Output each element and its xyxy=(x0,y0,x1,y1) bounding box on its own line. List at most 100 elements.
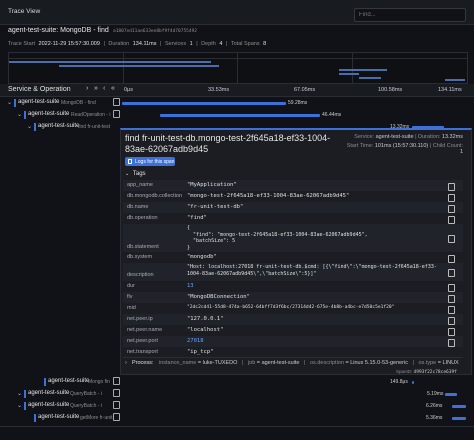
span-row[interactable]: ⌄ agent-test-suite QueryBatch - i 6.26ms xyxy=(0,400,474,412)
copy-icon[interactable] xyxy=(441,268,457,277)
copy-icon[interactable] xyxy=(441,305,457,314)
trace-start-label: Trace Start xyxy=(8,41,35,47)
tag-row: db.name "fr-unit-test-db" xyxy=(123,202,463,213)
span-link-icon[interactable] xyxy=(113,377,120,385)
tag-value: "fr-unit-test-db" xyxy=(187,204,244,210)
span-operation: QueryBatch - i xyxy=(70,402,102,409)
span-id[interactable]: SpanID: 4993f22c78ce639f xyxy=(396,369,457,375)
tag-row: db.statement { "find": "mongo-test-2f645… xyxy=(123,224,463,252)
span-link-icon[interactable] xyxy=(113,110,120,118)
tag-key: flv xyxy=(127,294,133,300)
chevron-down-icon[interactable]: ⌄ xyxy=(27,123,32,130)
span-bar[interactable] xyxy=(452,405,466,408)
copy-icon[interactable] xyxy=(441,204,457,213)
copy-icon[interactable] xyxy=(441,234,457,243)
expand-all-icon[interactable]: « xyxy=(111,85,115,92)
copy-icon[interactable] xyxy=(441,338,457,347)
service-operation-header: Service & Operation xyxy=(8,86,71,93)
tags-section-header[interactable]: ⌄ Tags xyxy=(125,171,146,177)
tag-row: mid "2dc2cd41-55d8-474a-b652-64bff7d3f6b… xyxy=(123,303,463,314)
span-overview: Service: agent-test-suite | Duration: 13… xyxy=(346,134,463,155)
span-row[interactable]: ⌄ agent-test-suite ReadOperation - i 46.… xyxy=(0,109,474,121)
tag-value: "Host: localhost:27018 fr-unit-test-db.$… xyxy=(187,264,437,277)
trace-total-spans-label: Total Spans xyxy=(230,41,260,47)
service-value: agent-test-suite xyxy=(375,134,414,140)
minimap-span-4 xyxy=(339,73,359,75)
tick-4: 134.11ms xyxy=(438,87,462,93)
service-label: Service: xyxy=(354,134,375,140)
span-bar[interactable] xyxy=(452,417,466,420)
tag-key: net.peer.port xyxy=(127,338,158,344)
tag-row: net.peer.ip "127.0.0.1" xyxy=(123,314,463,325)
tags-label: Tags xyxy=(132,171,146,177)
span-bar[interactable] xyxy=(160,114,320,117)
trace-minimap[interactable] xyxy=(8,52,468,84)
tag-key: db.operation xyxy=(127,215,158,221)
span-service: agent-test-suite xyxy=(28,111,70,117)
span-bar[interactable] xyxy=(445,393,457,396)
copy-icon[interactable] xyxy=(441,254,457,263)
tag-key: app_name xyxy=(127,182,153,188)
span-operation: Mongo fin xyxy=(88,378,110,385)
span-row[interactable]: ⌄ agent-test-suite MongoDB - find 59.28m… xyxy=(0,97,474,109)
tag-key: net.peer.ip xyxy=(127,316,153,322)
copy-icon[interactable] xyxy=(441,283,457,292)
span-operation: getMore fr-unit xyxy=(80,414,113,421)
find-input-box[interactable] xyxy=(354,8,466,22)
span-detail-title: find fr-unit-test-db.mongo-test-2f645a18… xyxy=(125,133,331,154)
trace-depth-value: 4 xyxy=(219,41,223,47)
span-row[interactable]: agent-test-suite Mongo fin 149.8μs xyxy=(0,376,474,388)
tag-value: "2dc2cd41-55d8-474a-b652-64bff7d3f6bc/27… xyxy=(187,305,395,310)
span-detail-panel: find fr-unit-test-db.mongo-test-2f645a18… xyxy=(120,128,472,375)
collapse-one-icon[interactable]: » xyxy=(94,85,98,92)
tag-key: db.statement xyxy=(127,244,159,250)
copy-icon[interactable] xyxy=(441,327,457,336)
span-duration: 46.44ms xyxy=(322,111,342,118)
chevron-down-icon[interactable]: ⌄ xyxy=(17,390,22,397)
process-tags: instance_name = luke-TUXEDO | job = agen… xyxy=(159,360,459,366)
span-link-icon[interactable] xyxy=(113,389,120,397)
tag-row: net.transport "ip_tcp" xyxy=(123,347,463,356)
span-row[interactable]: ⌄ agent-test-suite QueryBatch - i 5.19ms xyxy=(0,388,474,400)
tag-value: "localhost" xyxy=(187,327,224,333)
copy-icon[interactable] xyxy=(441,316,457,325)
span-link-icon[interactable] xyxy=(113,401,120,409)
timeline-header: Service & Operation › » ‹ « 0μs 33.53ms … xyxy=(0,84,474,97)
span-row[interactable]: agent-test-suite getMore fr-unit 5.36ms xyxy=(0,412,474,424)
copy-icon[interactable] xyxy=(441,215,457,224)
span-duration: 6.26ms xyxy=(426,402,443,409)
start-time-value: 101ms (15:57:30.110) xyxy=(374,143,429,149)
tick-0: 0μs xyxy=(124,87,133,93)
span-duration: 5.19ms xyxy=(427,390,444,397)
copy-icon[interactable] xyxy=(441,182,457,191)
tag-value: "mongodb" xyxy=(187,254,217,260)
duration-value: 13.32ms xyxy=(441,134,463,140)
tag-key: mid xyxy=(127,305,136,311)
trace-services-value: 1 xyxy=(189,41,193,47)
chevron-down-icon[interactable]: ⌄ xyxy=(17,402,22,409)
tag-row: db.system "mongodb" xyxy=(123,252,463,263)
chevron-down-icon[interactable]: ⌄ xyxy=(17,111,22,118)
copy-icon[interactable] xyxy=(441,294,457,303)
logs-for-span-button[interactable]: Logs for this span xyxy=(125,157,175,166)
span-bar[interactable] xyxy=(122,102,286,105)
tag-row: app_name "MyApplication" xyxy=(123,180,463,191)
process-section[interactable]: › Process: instance_name = luke-TUXEDO |… xyxy=(123,357,463,369)
process-label: Process: xyxy=(132,360,154,366)
expand-one-icon[interactable]: ‹ xyxy=(103,85,105,92)
tag-value: "ip_tcp" xyxy=(187,349,214,355)
copy-icon[interactable] xyxy=(441,193,457,202)
span-duration: 59.28ms xyxy=(288,99,308,106)
find-input[interactable] xyxy=(359,10,459,19)
tag-value: "MyApplication" xyxy=(187,182,237,188)
trace-depth-label: Depth xyxy=(201,41,216,47)
collapse-all-icon[interactable]: › xyxy=(86,85,88,92)
span-link-icon[interactable] xyxy=(113,98,120,106)
span-id-value: 4993f22c78ce639f xyxy=(413,370,457,375)
span-bar[interactable] xyxy=(412,381,414,384)
minimap-span-5 xyxy=(359,77,381,79)
span-link-icon[interactable] xyxy=(113,413,120,421)
child-count-value: 1 xyxy=(459,149,463,155)
minimap-span-1 xyxy=(9,61,211,63)
chevron-down-icon[interactable]: ⌄ xyxy=(7,99,12,106)
